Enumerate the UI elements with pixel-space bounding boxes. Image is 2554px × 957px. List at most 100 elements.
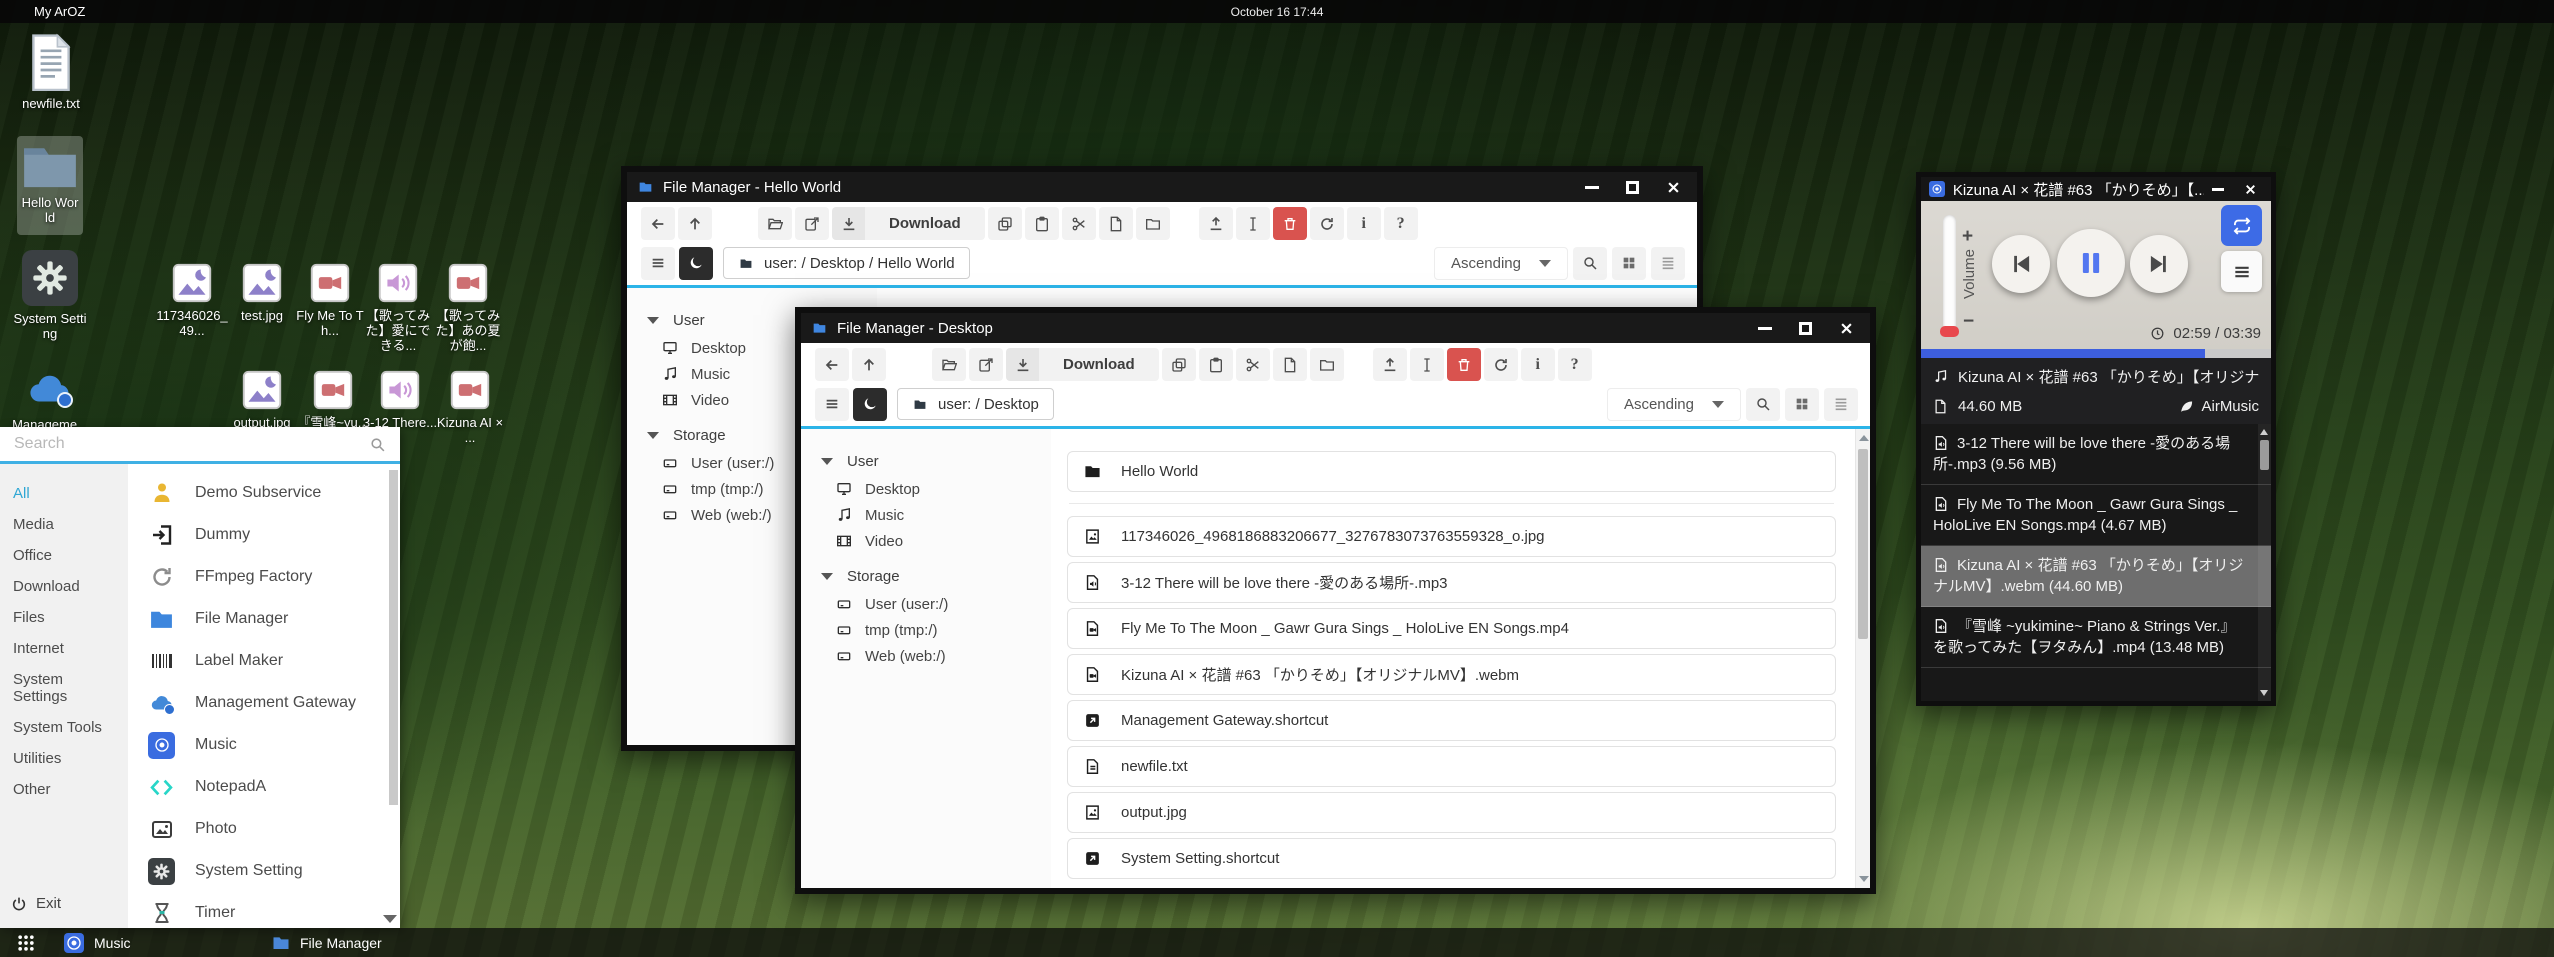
minimize-button[interactable]	[2212, 188, 2224, 191]
list-view-button[interactable]	[1651, 247, 1685, 280]
desktop-icon-117346026[interactable]: 117346026_49...	[154, 263, 230, 338]
chevron-down-icon[interactable]	[383, 915, 397, 923]
app-item-label-maker[interactable]: Label Maker	[128, 640, 400, 682]
up-button[interactable]	[852, 348, 886, 381]
cut-button[interactable]	[1236, 348, 1270, 381]
category-office[interactable]: Office	[0, 540, 128, 571]
category-all[interactable]: All	[0, 478, 128, 509]
desktop-icon-there-will-be-love[interactable]: 3-12 There...	[362, 370, 438, 430]
help-button[interactable]: ?	[1558, 348, 1592, 381]
new-folder-button[interactable]	[1310, 348, 1344, 381]
desktop-icon-system-setting[interactable]: System Setting	[12, 250, 88, 341]
breadcrumb[interactable]: user: / Desktop	[897, 388, 1054, 420]
sidebar-section-user[interactable]: User	[821, 453, 1051, 470]
refresh-button[interactable]	[1484, 348, 1518, 381]
search-icon[interactable]	[369, 436, 386, 453]
pause-button[interactable]	[2057, 229, 2125, 297]
scroll-up-icon[interactable]	[1859, 435, 1869, 441]
cut-button[interactable]	[1062, 207, 1096, 240]
topbar-menu-icon[interactable]	[2524, 4, 2540, 20]
minimize-button[interactable]	[1585, 186, 1599, 189]
file-row-hello-world[interactable]: Hello World	[1067, 451, 1836, 492]
playlist-item[interactable]: Fly Me To The Moon _ Gawr Gura Sings _ H…	[1921, 485, 2271, 546]
file-row-there-will-be-love-mp3[interactable]: 3-12 There will be love there -愛のある場所-.m…	[1067, 562, 1836, 603]
category-utilities[interactable]: Utilities	[0, 743, 128, 774]
close-button[interactable]	[1666, 180, 1681, 195]
taskbar-item-music[interactable]: Music	[64, 928, 131, 957]
title-bar[interactable]: Kizuna AI × 花譜 #63 「かりそめ」【...	[1921, 177, 2271, 201]
desktop-icon-utattemita-natsu[interactable]: 【歌ってみた】あの夏が飽...	[430, 263, 506, 353]
app-item-music[interactable]: Music	[128, 724, 400, 766]
previous-track-button[interactable]	[1992, 235, 2050, 293]
delete-button[interactable]	[1273, 207, 1307, 240]
app-item-notepada[interactable]: NotepadA	[128, 766, 400, 808]
desktop-icon-newfile[interactable]: newfile.txt	[8, 33, 94, 111]
volume-down-label[interactable]: −	[1963, 311, 1974, 333]
app-item-timer[interactable]: Timer	[128, 892, 400, 928]
title-bar[interactable]: File Manager - Desktop	[801, 313, 1870, 343]
scrollbar-thumb[interactable]	[2260, 440, 2269, 470]
download-button[interactable]: Download	[1006, 348, 1159, 381]
search-button[interactable]	[1573, 247, 1607, 280]
dark-mode-toggle[interactable]	[853, 388, 887, 421]
airmusic-badge[interactable]: AirMusic	[2179, 398, 2259, 415]
sidebar-item-web-drive[interactable]: Web (web:/)	[821, 643, 1051, 669]
volume-slider[interactable]	[1943, 215, 1956, 335]
taskbar-item-file-manager[interactable]: File Manager	[272, 928, 382, 957]
playlist-toggle-button[interactable]	[2221, 251, 2262, 292]
file-row-system-setting-shortcut[interactable]: System Setting.shortcut	[1067, 838, 1836, 879]
new-folder-button[interactable]	[1136, 207, 1170, 240]
search-button[interactable]	[1746, 388, 1780, 421]
dark-mode-toggle[interactable]	[679, 247, 713, 280]
desktop-icon-hello-world[interactable]: Hello World	[17, 136, 83, 235]
search-input[interactable]	[14, 435, 369, 453]
open-external-button[interactable]	[795, 207, 829, 240]
maximize-button[interactable]	[1799, 322, 1812, 335]
maximize-button[interactable]	[1626, 181, 1639, 194]
breadcrumb[interactable]: user: / Desktop / Hello World	[723, 247, 970, 279]
help-button[interactable]: ?	[1384, 207, 1418, 240]
repeat-button[interactable]	[2221, 205, 2262, 246]
menu-button[interactable]	[815, 388, 849, 421]
sidebar-item-tmp-drive[interactable]: tmp (tmp:/)	[821, 617, 1051, 643]
close-button[interactable]	[1839, 321, 1854, 336]
volume-up-label[interactable]: +	[1962, 226, 1973, 248]
close-button[interactable]	[2244, 183, 2257, 196]
app-item-demo-subservice[interactable]: Demo Subservice	[128, 472, 400, 514]
file-row-kizuna-ai-webm[interactable]: Kizuna AI × 花譜 #63 「かりそめ」【オリジナルMV】.webm	[1067, 654, 1836, 695]
desktop-icon-test-jpg[interactable]: test.jpg	[224, 263, 300, 323]
title-bar[interactable]: File Manager - Hello World	[627, 172, 1697, 202]
file-row-output-jpg[interactable]: output.jpg	[1067, 792, 1836, 833]
upload-button[interactable]	[1373, 348, 1407, 381]
category-system-tools[interactable]: System Tools	[0, 712, 128, 743]
app-item-photo[interactable]: Photo	[128, 808, 400, 850]
info-button[interactable]: i	[1347, 207, 1381, 240]
sidebar-section-storage[interactable]: Storage	[821, 568, 1051, 585]
rename-button[interactable]	[1410, 348, 1444, 381]
app-item-management-gateway[interactable]: Management Gateway	[128, 682, 400, 724]
copy-button[interactable]	[1162, 348, 1196, 381]
scrollbar[interactable]	[1855, 429, 1870, 888]
exit-button[interactable]: Exit	[11, 895, 61, 912]
playlist-item[interactable]: 3-12 There will be love there -愛のある場所-.m…	[1921, 424, 2271, 485]
scrollbar-thumb[interactable]	[389, 470, 398, 805]
desktop-icon-kizuna-ai[interactable]: Kizuna AI × ...	[432, 370, 508, 445]
sidebar-item-video[interactable]: Video	[821, 528, 1051, 554]
file-row-fly-me-to-the-moon-mp4[interactable]: Fly Me To The Moon _ Gawr Gura Sings _ H…	[1067, 608, 1836, 649]
desktop-icon-fly-me-to-the-moon[interactable]: Fly Me To Th...	[292, 263, 368, 338]
category-media[interactable]: Media	[0, 509, 128, 540]
info-button[interactable]: i	[1521, 348, 1555, 381]
upload-button[interactable]	[1199, 207, 1233, 240]
back-button[interactable]	[815, 348, 849, 381]
scroll-down-icon[interactable]	[2260, 690, 2268, 696]
category-download[interactable]: Download	[0, 571, 128, 602]
playlist-item[interactable]: 『雪峰 ~yukimine~ Piano & Strings Ver.』を歌って…	[1921, 607, 2271, 668]
sidebar-item-music[interactable]: Music	[821, 502, 1051, 528]
category-other[interactable]: Other	[0, 774, 128, 805]
paste-button[interactable]	[1025, 207, 1059, 240]
next-track-button[interactable]	[2130, 235, 2188, 293]
up-button[interactable]	[678, 207, 712, 240]
app-item-system-setting[interactable]: System Setting	[128, 850, 400, 892]
volume-slider-handle[interactable]	[1940, 326, 1959, 337]
list-view-button[interactable]	[1824, 388, 1858, 421]
